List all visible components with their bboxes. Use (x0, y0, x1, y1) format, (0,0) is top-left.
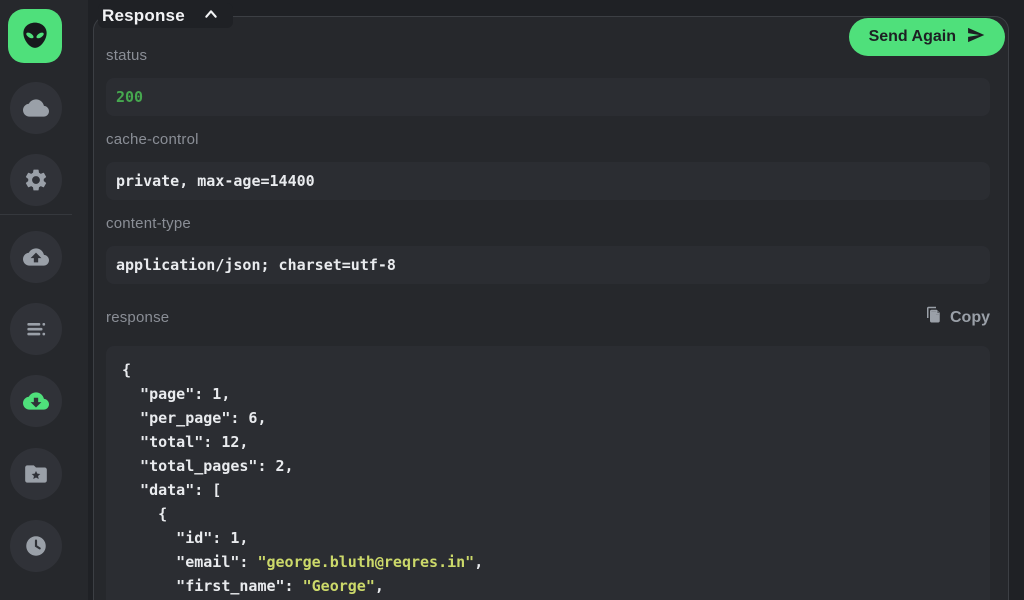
cloud-upload-icon (23, 244, 49, 270)
cloud-download-icon (23, 388, 49, 414)
status-label: status (106, 47, 147, 64)
status-value: 200 (116, 88, 143, 106)
content-type-value: application/json; charset=utf-8 (116, 256, 396, 274)
code-line: { (122, 502, 974, 526)
status-value-field[interactable]: 200 (106, 78, 990, 116)
response-panel: Response Send Again status 200 cache-con… (93, 16, 1009, 600)
list-icon (23, 316, 49, 342)
copy-icon (924, 305, 942, 330)
code-line: "email": "george.bluth@reqres.in", (122, 550, 974, 574)
sidebar-item-cloud[interactable] (10, 82, 62, 134)
sidebar-item-cloud-upload[interactable] (10, 231, 62, 283)
send-again-label: Send Again (869, 28, 956, 46)
clock-icon (23, 533, 49, 559)
code-line: "page": 1, (122, 382, 974, 406)
sidebar-item-history[interactable] (10, 520, 62, 572)
cache-control-label: cache-control (106, 131, 199, 148)
code-line: "data": [ (122, 478, 974, 502)
code-line: "total": 12, (122, 430, 974, 454)
sidebar-item-alien-logo[interactable] (8, 9, 62, 63)
code-line: { (122, 358, 974, 382)
response-section-title: Response (102, 6, 185, 26)
content-type-value-field[interactable]: application/json; charset=utf-8 (106, 246, 990, 284)
cloud-icon (23, 95, 49, 121)
response-body-label: response (106, 309, 169, 326)
chevron-up-icon (203, 7, 219, 24)
send-icon (965, 25, 987, 50)
cache-control-value: private, max-age=14400 (116, 172, 315, 190)
sidebar-item-cloud-download[interactable] (10, 375, 62, 427)
alien-icon (18, 19, 52, 53)
sidebar-item-request-list[interactable] (10, 303, 62, 355)
copy-response-button[interactable]: Copy (924, 305, 990, 330)
folder-star-icon (23, 461, 49, 487)
app-window: { "colors": { "accent_green": "#4fe07b",… (0, 0, 1024, 600)
code-line: "total_pages": 2, (122, 454, 974, 478)
sidebar (0, 0, 88, 600)
send-again-button[interactable]: Send Again (849, 18, 1005, 56)
cache-control-value-field[interactable]: private, max-age=14400 (106, 162, 990, 200)
gear-icon (23, 167, 49, 193)
response-section-header: Response (98, 3, 233, 28)
sidebar-item-settings[interactable] (10, 154, 62, 206)
content-type-label: content-type (106, 215, 191, 232)
code-line: "first_name": "George", (122, 574, 974, 598)
sidebar-item-collections[interactable] (10, 448, 62, 500)
code-line: "per_page": 6, (122, 406, 974, 430)
code-line: "id": 1, (122, 526, 974, 550)
collapse-response-button[interactable] (201, 5, 221, 26)
copy-label: Copy (950, 309, 990, 327)
sidebar-divider (0, 214, 72, 215)
response-body-header: response Copy (106, 305, 990, 330)
response-code[interactable]: { "page": 1, "per_page": 6, "total": 12,… (106, 346, 990, 600)
